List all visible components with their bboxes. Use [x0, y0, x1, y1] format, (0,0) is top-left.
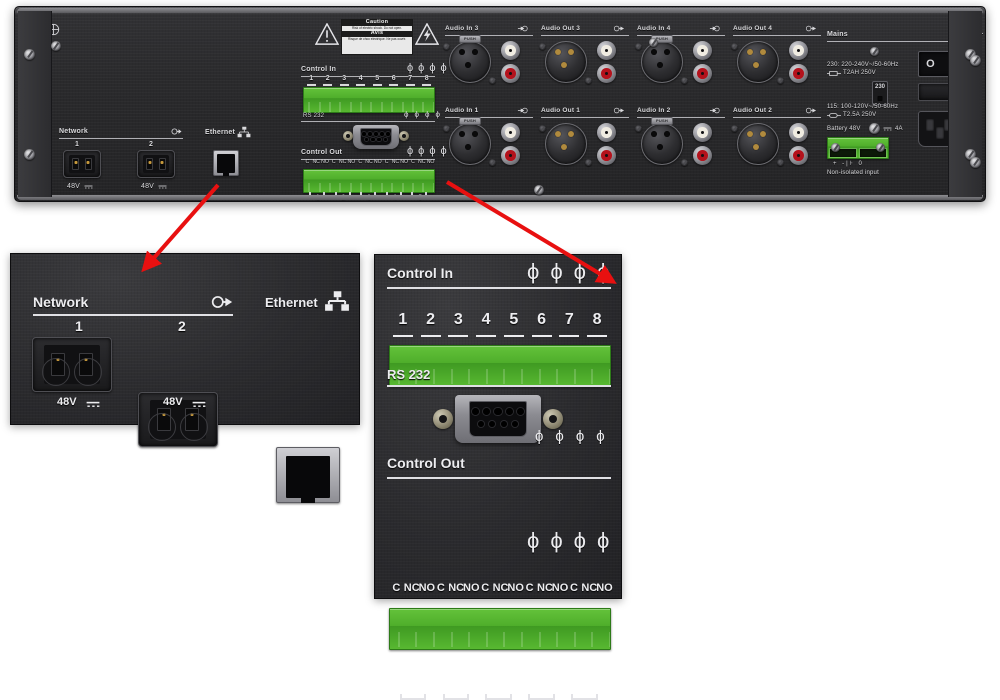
arrow-to-control-callout: [445, 180, 617, 284]
diagram-canvas: Network 1 2 48V 48V Ethernet Caution Ris…: [0, 0, 1000, 700]
annotation-arrows: [141, 180, 617, 284]
arrow-to-network-callout: [141, 183, 220, 273]
